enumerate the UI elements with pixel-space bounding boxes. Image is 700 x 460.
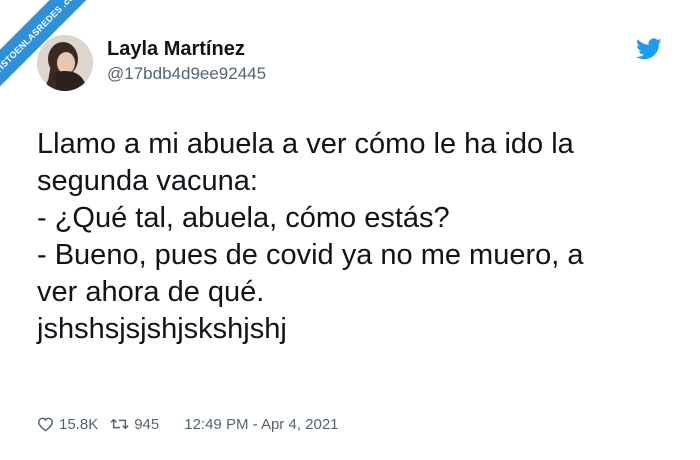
tweet-line: jshshsjsjshjskshjshj — [37, 313, 287, 345]
tweet-text: Llamo a mi abuela a ver cómo le ha ido l… — [37, 126, 677, 348]
retweet-count: 945 — [134, 415, 160, 433]
avatar-photo — [37, 35, 93, 91]
like-button[interactable]: 15.8K — [37, 416, 98, 433]
heart-icon — [38, 417, 53, 432]
retweet-button[interactable]: 945 — [110, 416, 159, 433]
avatar[interactable] — [37, 35, 93, 91]
like-count: 15.8K — [59, 415, 99, 433]
twitter-bird-icon[interactable] — [636, 38, 662, 60]
tweet-line: - ¿Qué tal, abuela, cómo estás? — [37, 202, 450, 234]
retweet-icon — [110, 418, 129, 430]
author-name[interactable]: Layla Martínez — [107, 38, 245, 61]
tweet-footer: 15.8K 945 12:49 PM - Apr 4, 2021 — [37, 413, 339, 435]
tweet-line: Llamo a mi abuela a ver cómo le ha ido l… — [37, 128, 574, 160]
author-handle[interactable]: @17bdb4d9ee92445 — [107, 64, 266, 84]
tweet-timestamp[interactable]: 12:49 PM - Apr 4, 2021 — [184, 416, 338, 433]
tweet-line: - Bueno, pues de covid ya no me muero, a — [37, 239, 584, 271]
tweet-line: segunda vacuna: — [37, 165, 258, 197]
tweet-line: ver ahora de qué. — [37, 276, 265, 308]
